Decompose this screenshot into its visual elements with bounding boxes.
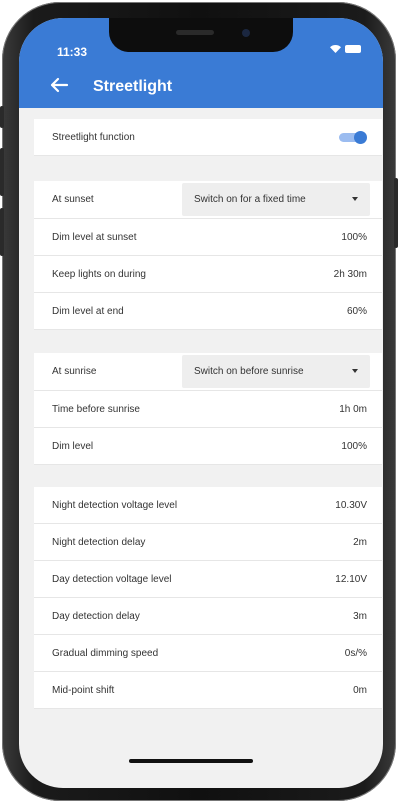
night-detection-voltage-row[interactable]: Night detection voltage level 10.30V xyxy=(34,487,382,524)
page-title: Streetlight xyxy=(93,78,173,95)
streetlight-function-row: Streetlight function xyxy=(34,119,382,156)
volume-up-button xyxy=(0,148,4,196)
setting-value: 0m xyxy=(353,685,367,696)
wifi-icon xyxy=(330,45,341,53)
notch xyxy=(109,18,293,52)
setting-value: 1h 0m xyxy=(339,404,367,415)
status-time: 11:33 xyxy=(57,45,88,59)
speaker xyxy=(176,30,214,35)
setting-label: Dim level at sunset xyxy=(52,232,137,243)
night-detection-delay-row[interactable]: Night detection delay 2m xyxy=(34,524,382,561)
setting-label: Mid-point shift xyxy=(52,685,115,696)
front-camera xyxy=(242,29,250,37)
setting-label: Day detection voltage level xyxy=(52,574,172,585)
status-icons xyxy=(330,45,361,53)
dropdown-caret-icon xyxy=(352,197,358,201)
setting-label: Keep lights on during xyxy=(52,269,146,280)
streetlight-function-label: Streetlight function xyxy=(52,132,135,143)
toggle-thumb xyxy=(354,131,367,144)
at-sunset-row: At sunset Switch on for a fixed time xyxy=(34,181,382,219)
at-sunset-dropdown[interactable]: Switch on for a fixed time xyxy=(182,183,370,216)
setting-value: 2h 30m xyxy=(333,269,367,280)
setting-label: Dim level at end xyxy=(52,306,124,317)
volume-down-button xyxy=(0,208,4,256)
setting-value: 100% xyxy=(341,441,367,452)
dim-level-at-end-row[interactable]: Dim level at end 60% xyxy=(34,293,382,330)
back-arrow-icon[interactable] xyxy=(49,77,69,93)
streetlight-function-toggle[interactable] xyxy=(337,131,367,144)
setting-label: Time before sunrise xyxy=(52,404,140,415)
dropdown-caret-icon xyxy=(352,369,358,373)
phone-frame: 11:33 Streetlight Streetlight function A… xyxy=(0,2,398,801)
setting-value: 10.30V xyxy=(335,500,367,511)
gradual-dimming-speed-row[interactable]: Gradual dimming speed 0s/% xyxy=(34,635,382,672)
at-sunrise-row: At sunrise Switch on before sunrise xyxy=(34,353,382,391)
dim-level-at-sunset-row[interactable]: Dim level at sunset 100% xyxy=(34,219,382,256)
battery-icon xyxy=(345,45,361,53)
dim-level-row[interactable]: Dim level 100% xyxy=(34,428,382,465)
time-before-sunrise-row[interactable]: Time before sunrise 1h 0m xyxy=(34,391,382,428)
mid-point-shift-row[interactable]: Mid-point shift 0m xyxy=(34,672,382,709)
day-detection-voltage-row[interactable]: Day detection voltage level 12.10V xyxy=(34,561,382,598)
keep-lights-on-row[interactable]: Keep lights on during 2h 30m xyxy=(34,256,382,293)
power-button xyxy=(394,178,398,248)
at-sunset-selected: Switch on for a fixed time xyxy=(194,194,306,205)
setting-label: Night detection delay xyxy=(52,537,146,548)
mute-switch xyxy=(0,106,4,128)
setting-label: Night detection voltage level xyxy=(52,500,178,511)
setting-value: 0s/% xyxy=(344,648,367,659)
setting-value: 60% xyxy=(346,306,367,317)
setting-value: 12.10V xyxy=(335,574,367,585)
screen: 11:33 Streetlight Streetlight function A… xyxy=(19,18,383,788)
setting-value: 100% xyxy=(341,232,367,243)
at-sunrise-selected: Switch on before sunrise xyxy=(194,366,304,377)
at-sunrise-label: At sunrise xyxy=(52,366,97,377)
day-detection-delay-row[interactable]: Day detection delay 3m xyxy=(34,598,382,635)
setting-value: 2m xyxy=(353,537,367,548)
at-sunrise-dropdown[interactable]: Switch on before sunrise xyxy=(182,355,370,388)
at-sunset-label: At sunset xyxy=(52,194,94,205)
home-indicator[interactable] xyxy=(129,759,253,763)
setting-label: Day detection delay xyxy=(52,611,140,622)
setting-label: Dim level xyxy=(52,441,94,452)
setting-label: Gradual dimming speed xyxy=(52,648,159,659)
setting-value: 3m xyxy=(353,611,367,622)
